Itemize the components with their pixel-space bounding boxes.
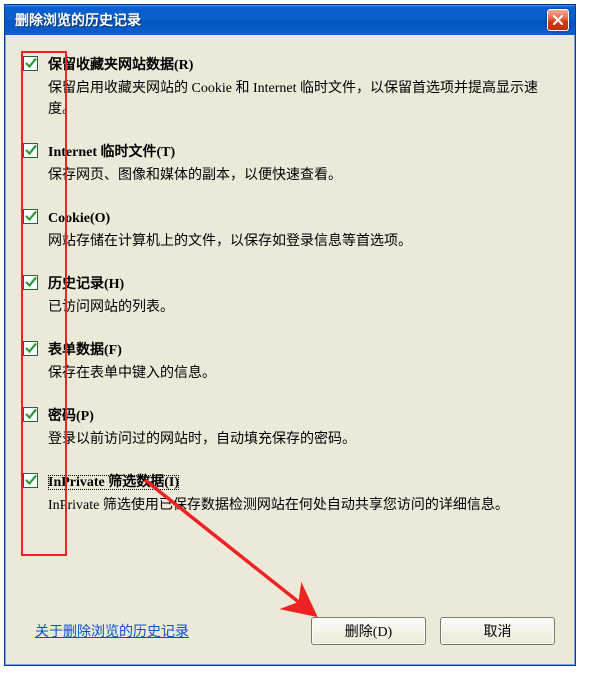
option-label[interactable]: 密码(P) <box>48 409 94 424</box>
titlebar: 删除浏览的历史记录 <box>5 5 575 35</box>
option-description: 已访问网站的列表。 <box>48 297 557 318</box>
window-title: 删除浏览的历史记录 <box>15 10 547 30</box>
option-text: 密码(P) 登录以前访问过的网站时，自动填充保存的密码。 <box>48 406 557 450</box>
dialog-footer: 关于删除浏览的历史记录 删除(D) 取消 <box>5 605 575 665</box>
option-text: InPrivate 筛选数据(I) InPrivate 筛选使用已保存数据检测网站… <box>48 472 557 516</box>
option-label[interactable]: Cookie(O) <box>48 211 110 226</box>
delete-button[interactable]: 删除(D) <box>311 617 426 645</box>
option-description: 保留启用收藏夹网站的 Cookie 和 Internet 临时文件，以保留首选项… <box>48 78 557 120</box>
option-row: Internet 临时文件(T) 保存网页、图像和媒体的副本，以便快速查看。 <box>23 142 557 186</box>
option-row: InPrivate 筛选数据(I) InPrivate 筛选使用已保存数据检测网站… <box>23 472 557 516</box>
checkbox[interactable] <box>23 473 38 488</box>
option-description: InPrivate 筛选使用已保存数据检测网站在何处自动共享您访问的详细信息。 <box>48 495 557 516</box>
option-label[interactable]: 保留收藏夹网站数据(R) <box>48 58 193 73</box>
dialog-content: 保留收藏夹网站数据(R) 保留启用收藏夹网站的 Cookie 和 Internet… <box>5 35 575 605</box>
option-text: 历史记录(H) 已访问网站的列表。 <box>48 274 557 318</box>
option-description: 保存网页、图像和媒体的副本，以便快速查看。 <box>48 165 557 186</box>
checkbox[interactable] <box>23 275 38 290</box>
option-label[interactable]: 表单数据(F) <box>48 343 122 358</box>
checkbox[interactable] <box>23 407 38 422</box>
option-row: 保留收藏夹网站数据(R) 保留启用收藏夹网站的 Cookie 和 Internet… <box>23 55 557 120</box>
option-text: 保留收藏夹网站数据(R) 保留启用收藏夹网站的 Cookie 和 Internet… <box>48 55 557 120</box>
option-description: 登录以前访问过的网站时，自动填充保存的密码。 <box>48 429 557 450</box>
checkbox[interactable] <box>23 56 38 71</box>
option-row: Cookie(O) 网站存储在计算机上的文件，以保存如登录信息等首选项。 <box>23 208 557 252</box>
option-row: 密码(P) 登录以前访问过的网站时，自动填充保存的密码。 <box>23 406 557 450</box>
option-label[interactable]: InPrivate 筛选数据(I) <box>48 475 179 490</box>
option-text: Internet 临时文件(T) 保存网页、图像和媒体的副本，以便快速查看。 <box>48 142 557 186</box>
cancel-button[interactable]: 取消 <box>440 617 555 645</box>
close-icon <box>552 14 564 26</box>
option-row: 历史记录(H) 已访问网站的列表。 <box>23 274 557 318</box>
option-text: Cookie(O) 网站存储在计算机上的文件，以保存如登录信息等首选项。 <box>48 208 557 252</box>
option-row: 表单数据(F) 保存在表单中键入的信息。 <box>23 340 557 384</box>
option-description: 网站存储在计算机上的文件，以保存如登录信息等首选项。 <box>48 231 557 252</box>
about-link[interactable]: 关于删除浏览的历史记录 <box>35 621 297 641</box>
dialog-window: 删除浏览的历史记录 保留收藏夹网站数据(R) 保留启用收藏夹网站的 Cookie … <box>4 4 576 666</box>
checkbox[interactable] <box>23 341 38 356</box>
option-label[interactable]: Internet 临时文件(T) <box>48 145 175 160</box>
option-description: 保存在表单中键入的信息。 <box>48 363 557 384</box>
checkbox[interactable] <box>23 143 38 158</box>
option-label[interactable]: 历史记录(H) <box>48 277 124 292</box>
option-text: 表单数据(F) 保存在表单中键入的信息。 <box>48 340 557 384</box>
close-button[interactable] <box>547 9 569 31</box>
checkbox[interactable] <box>23 209 38 224</box>
